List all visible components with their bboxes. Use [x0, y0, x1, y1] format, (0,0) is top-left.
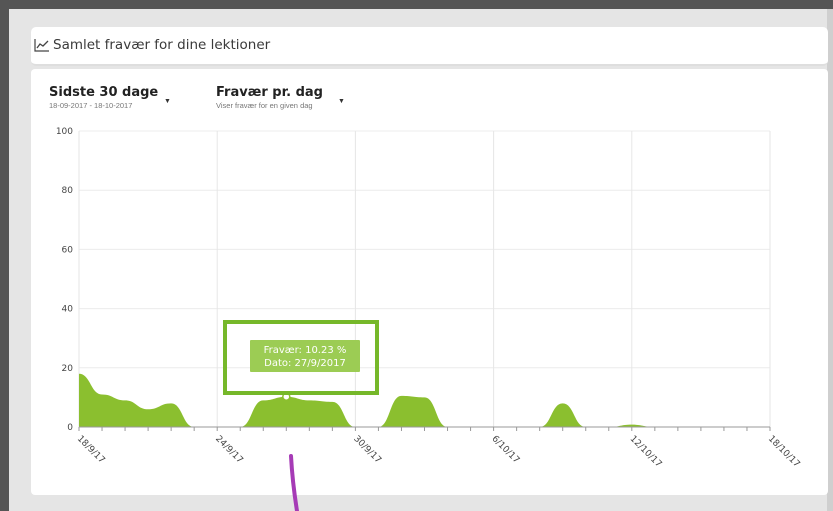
annotation-arrow	[289, 454, 299, 511]
